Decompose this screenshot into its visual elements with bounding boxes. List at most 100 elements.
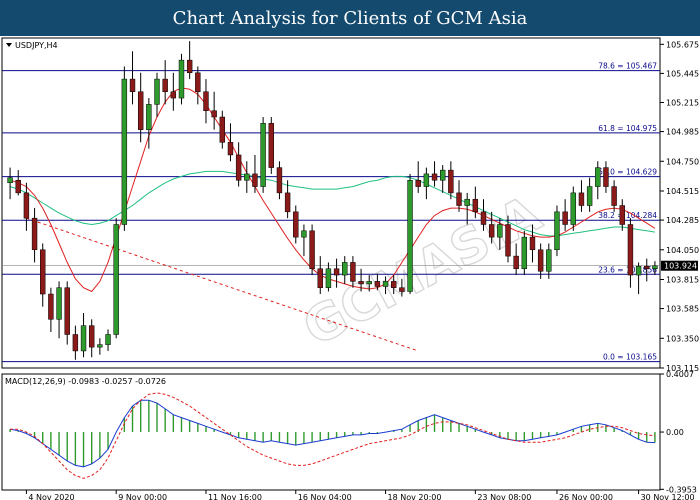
candle-up — [554, 211, 560, 251]
candle-down — [203, 91, 209, 111]
candle-up — [407, 179, 413, 292]
candle-down — [195, 72, 201, 92]
macd-ytick-label: 0.4007 — [666, 370, 694, 379]
fib-level-label: 78.6 = 105.467 — [598, 62, 657, 71]
time-axis: 4 Nov 2020 9 Nov 00:00 11 Nov 16:00 16 Nov … — [25, 490, 695, 500]
price-ytick-label: 105.675 — [666, 40, 699, 49]
chart-screenshot: Chart Analysis for Clients of GCM Asia G… — [0, 0, 700, 500]
time-tick-label: 23 Nov 08:00 — [477, 493, 531, 500]
candle-up — [382, 281, 389, 287]
macd-panel: MACD(12,26,9) -0.0983 -0.0257 -0.0726 0.4… — [1, 370, 697, 494]
candle-up — [595, 167, 601, 187]
candle-down — [227, 142, 234, 156]
gcm-watermark: GCMASIA — [293, 184, 551, 359]
candle-up — [146, 104, 152, 130]
header-banner: Chart Analysis for Clients of GCM Asia — [0, 0, 700, 36]
candle-down — [137, 91, 144, 130]
candle-down — [391, 281, 397, 288]
candle-up — [154, 78, 160, 105]
time-tick-label: 18 Nov 20:00 — [388, 493, 442, 500]
ma-red-line — [9, 87, 656, 293]
candle-down — [358, 281, 364, 285]
fib-level-label: 38.2 = 104.284 — [598, 211, 657, 220]
candle-down — [529, 236, 536, 251]
candle-down — [293, 211, 299, 238]
candle-down — [505, 224, 511, 257]
candle-down — [448, 169, 454, 194]
time-tick-label: 4 Nov 2020 — [28, 493, 74, 500]
candle-up — [570, 192, 576, 225]
candle-up — [244, 173, 250, 181]
candle-down — [480, 211, 487, 225]
candle-down — [219, 116, 226, 143]
candle-down — [186, 59, 193, 74]
candle-down — [333, 268, 340, 276]
candle-down — [488, 224, 495, 238]
candle-up — [464, 198, 470, 206]
candle-down — [276, 167, 283, 194]
candle-up — [7, 177, 13, 184]
candle-up — [635, 265, 642, 276]
candle-down — [252, 173, 258, 187]
candle-down — [603, 167, 609, 187]
symbol-dropdown-icon — [6, 43, 12, 47]
candle-down — [48, 293, 54, 320]
candle-down — [235, 154, 242, 181]
candle-down — [309, 230, 315, 269]
candle-up — [56, 287, 62, 320]
candle-up — [546, 249, 552, 272]
candle-up — [521, 236, 528, 269]
candle-down — [40, 249, 46, 295]
candle-down — [537, 249, 544, 272]
candle-down — [89, 325, 95, 348]
candle-down — [211, 110, 217, 118]
price-ytick-label: 104.050 — [666, 246, 699, 255]
candle-down — [456, 192, 462, 206]
candle-up — [178, 59, 185, 99]
watermark-logo: GCMASIA — [294, 184, 551, 357]
price-ytick-label: 103.350 — [666, 334, 699, 343]
candle-down — [72, 334, 79, 352]
macd-panel-frame — [1, 373, 661, 491]
price-ytick-label: 104.285 — [666, 216, 699, 225]
candle-down — [619, 205, 625, 225]
candle-down — [268, 123, 274, 168]
candle-down — [627, 224, 634, 276]
candle-down — [415, 179, 421, 187]
page-title: Chart Analysis for Clients of GCM Asia — [172, 7, 528, 29]
price-ytick-label: 105.445 — [666, 69, 699, 78]
candle-down — [431, 173, 438, 181]
fib-level-label: 0.0 = 103.165 — [603, 353, 657, 362]
current-price-label: 103.924 — [664, 262, 697, 271]
candle-up — [260, 123, 266, 187]
candle-up — [497, 224, 503, 238]
fib-level-label: 61.8 = 104.975 — [598, 124, 657, 133]
time-tick-label: 9 Nov 00:00 — [118, 493, 167, 500]
candle-down — [611, 186, 617, 206]
candle-down — [129, 78, 136, 92]
price-ytick-label: 104.985 — [666, 128, 699, 137]
candle-down — [644, 265, 650, 269]
candle-down — [350, 262, 356, 282]
candle-down — [64, 287, 70, 335]
candle-down — [170, 91, 177, 99]
candle-up — [105, 334, 111, 345]
price-ytick-label: 104.515 — [666, 187, 699, 196]
time-tick-label: 30 Nov 12:00 — [641, 493, 695, 500]
candle-up — [439, 169, 446, 181]
candle-up — [342, 262, 348, 276]
trading-chart: GCMASIA USDJPY,H4 105.675 105.445 105.215 10… — [1, 37, 699, 500]
candle-down — [162, 78, 168, 92]
candle-down — [317, 268, 323, 288]
macd-ytick-label: 0.00 — [666, 428, 684, 437]
candle-down — [562, 211, 568, 225]
time-tick-label: 16 Nov 04:00 — [298, 493, 352, 500]
candle-up — [423, 173, 430, 187]
macd-label: MACD(12,26,9) -0.0983 -0.0257 -0.0726 — [5, 377, 166, 386]
time-tick-label: 11 Nov 16:00 — [208, 493, 262, 500]
symbol-label: USDJPY,H4 — [15, 41, 58, 50]
candle-up — [586, 186, 593, 206]
candle-down — [374, 281, 381, 287]
candle-down — [31, 217, 38, 251]
price-ytick-label: 103.585 — [666, 305, 699, 314]
